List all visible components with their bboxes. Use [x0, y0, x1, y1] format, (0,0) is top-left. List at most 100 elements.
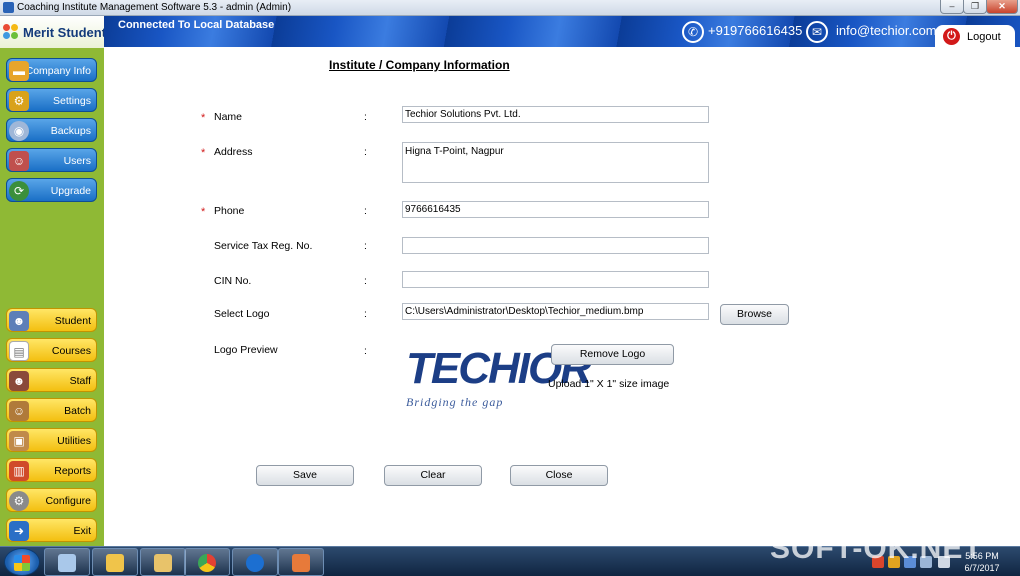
- taskbar-app-explorer-shortcut[interactable]: [44, 548, 90, 576]
- clear-button[interactable]: Clear: [384, 465, 482, 486]
- sidebar-item-label: Reports: [54, 465, 91, 477]
- logout-button[interactable]: ⏻ Logout: [935, 25, 1015, 49]
- logo-preview-label: Logo Preview: [214, 344, 278, 356]
- window-title: Coaching Institute Management Software 5…: [17, 2, 292, 13]
- taskbar-app-mail[interactable]: [92, 548, 138, 576]
- main-panel: Institute / Company Information * Name :…: [104, 47, 1020, 546]
- browse-button[interactable]: Browse: [720, 304, 789, 325]
- save-button[interactable]: Save: [256, 465, 354, 486]
- taskbar-app-merit-students[interactable]: [278, 548, 324, 576]
- service-tax-field[interactable]: [402, 237, 709, 254]
- watermark: SOFT-OK.NET: [770, 532, 983, 565]
- logo-preview-image: TECHIOR Bridging the gap: [404, 343, 592, 415]
- sidebar-item-courses[interactable]: ▤ Courses: [6, 338, 97, 362]
- sidebar: Merit Students ▬ Company Info ⚙ Settings…: [0, 16, 120, 546]
- select-logo-label: Select Logo: [214, 308, 270, 320]
- disc-icon: ◉: [9, 121, 29, 141]
- sidebar-item-staff[interactable]: ☻ Staff: [6, 368, 97, 392]
- sidebar-item-label: Exit: [73, 525, 91, 537]
- required-marker: *: [201, 112, 206, 124]
- phone-label: Phone: [214, 205, 245, 217]
- teamviewer-icon: [246, 554, 264, 572]
- power-icon: ⏻: [943, 28, 960, 45]
- colon: :: [364, 111, 367, 123]
- upgrade-icon: ⟳: [9, 181, 29, 201]
- taskbar-app-chrome[interactable]: [184, 548, 230, 576]
- exit-icon: ➜: [9, 521, 29, 541]
- colon: :: [364, 275, 367, 287]
- colon: :: [364, 146, 367, 158]
- name-label: Name: [214, 111, 243, 123]
- sidebar-item-users[interactable]: ☺ Users: [6, 148, 97, 172]
- logout-label: Logout: [967, 31, 1001, 43]
- colon: :: [364, 308, 367, 320]
- close-button[interactable]: Close: [510, 465, 608, 486]
- brand-name: Merit Students: [23, 25, 114, 40]
- configure-icon: ⚙: [9, 491, 29, 511]
- sidebar-item-backups[interactable]: ◉ Backups: [6, 118, 97, 142]
- folder-icon: [154, 554, 172, 572]
- phone-icon: ✆: [682, 21, 704, 43]
- courses-icon: ▤: [9, 341, 29, 361]
- mail-icon: [106, 554, 124, 572]
- chrome-icon: [198, 554, 216, 572]
- sidebar-item-label: Upgrade: [50, 185, 91, 197]
- gears-icon: ⚙: [9, 91, 29, 111]
- start-button[interactable]: [4, 548, 40, 576]
- address-field[interactable]: Higna T-Point, Nagpur: [402, 142, 709, 183]
- sidebar-item-company-info[interactable]: ▬ Company Info: [6, 58, 97, 82]
- connection-status: Connected To Local Database: [118, 19, 275, 31]
- sidebar-item-utilities[interactable]: ▣ Utilities: [6, 428, 97, 452]
- sidebar-item-settings[interactable]: ⚙ Settings: [6, 88, 97, 112]
- sidebar-item-label: Configure: [45, 495, 91, 507]
- required-marker: *: [201, 147, 206, 159]
- taskbar-app-teamviewer[interactable]: [232, 548, 278, 576]
- sidebar-item-label: Utilities: [57, 435, 91, 447]
- email-icon: ✉: [806, 21, 828, 43]
- service-tax-label: Service Tax Reg. No.: [214, 240, 313, 252]
- sidebar-item-label: Company Info: [25, 65, 91, 77]
- page-title: Institute / Company Information: [329, 58, 510, 72]
- phone-field[interactable]: [402, 201, 709, 218]
- required-marker: *: [201, 206, 206, 218]
- sidebar-item-student[interactable]: ☻ Student: [6, 308, 97, 332]
- colon: :: [364, 240, 367, 252]
- reports-icon: ▥: [9, 461, 29, 481]
- batch-icon: ☺: [9, 401, 29, 421]
- logo-tagline: Bridging the gap: [406, 395, 504, 409]
- name-field[interactable]: [402, 106, 709, 123]
- folder-icon: ▬: [9, 61, 29, 81]
- minimize-button[interactable]: –: [940, 0, 964, 14]
- sidebar-item-exit[interactable]: ➜ Exit: [6, 518, 97, 542]
- app-icon: [3, 2, 14, 13]
- staff-icon: ☻: [9, 371, 29, 391]
- close-window-button[interactable]: ✕: [986, 0, 1018, 14]
- sidebar-item-reports[interactable]: ▥ Reports: [6, 458, 97, 482]
- taskbar-app-folder[interactable]: [140, 548, 186, 576]
- header-phone: +919766616435: [708, 23, 803, 38]
- sidebar-item-label: Users: [63, 155, 91, 167]
- sidebar-item-label: Student: [54, 315, 91, 327]
- sidebar-item-label: Backups: [50, 125, 91, 137]
- header-email: info@techior.com: [836, 23, 937, 38]
- cin-label: CIN No.: [214, 275, 252, 287]
- logo-size-hint: Upload 1" X 1" size image: [548, 378, 670, 390]
- sidebar-item-label: Courses: [51, 345, 91, 357]
- remove-logo-button[interactable]: Remove Logo: [551, 344, 674, 365]
- window-titlebar: Coaching Institute Management Software 5…: [0, 0, 1020, 16]
- sidebar-item-upgrade[interactable]: ⟳ Upgrade: [6, 178, 97, 202]
- sidebar-item-label: Settings: [53, 95, 91, 107]
- sidebar-item-label: Staff: [69, 375, 91, 387]
- brand-logo-icon: [3, 24, 21, 42]
- colon: :: [364, 345, 367, 357]
- maximize-button[interactable]: ❐: [963, 0, 987, 14]
- sidebar-item-configure[interactable]: ⚙ Configure: [6, 488, 97, 512]
- colon: :: [364, 205, 367, 217]
- address-label: Address: [214, 146, 253, 158]
- sidebar-item-label: Batch: [64, 405, 91, 417]
- logo-path-field[interactable]: [402, 303, 709, 320]
- cin-field[interactable]: [402, 271, 709, 288]
- sidebar-item-batch[interactable]: ☺ Batch: [6, 398, 97, 422]
- desktop-icon: [58, 554, 76, 572]
- users-icon: ☺: [9, 151, 29, 171]
